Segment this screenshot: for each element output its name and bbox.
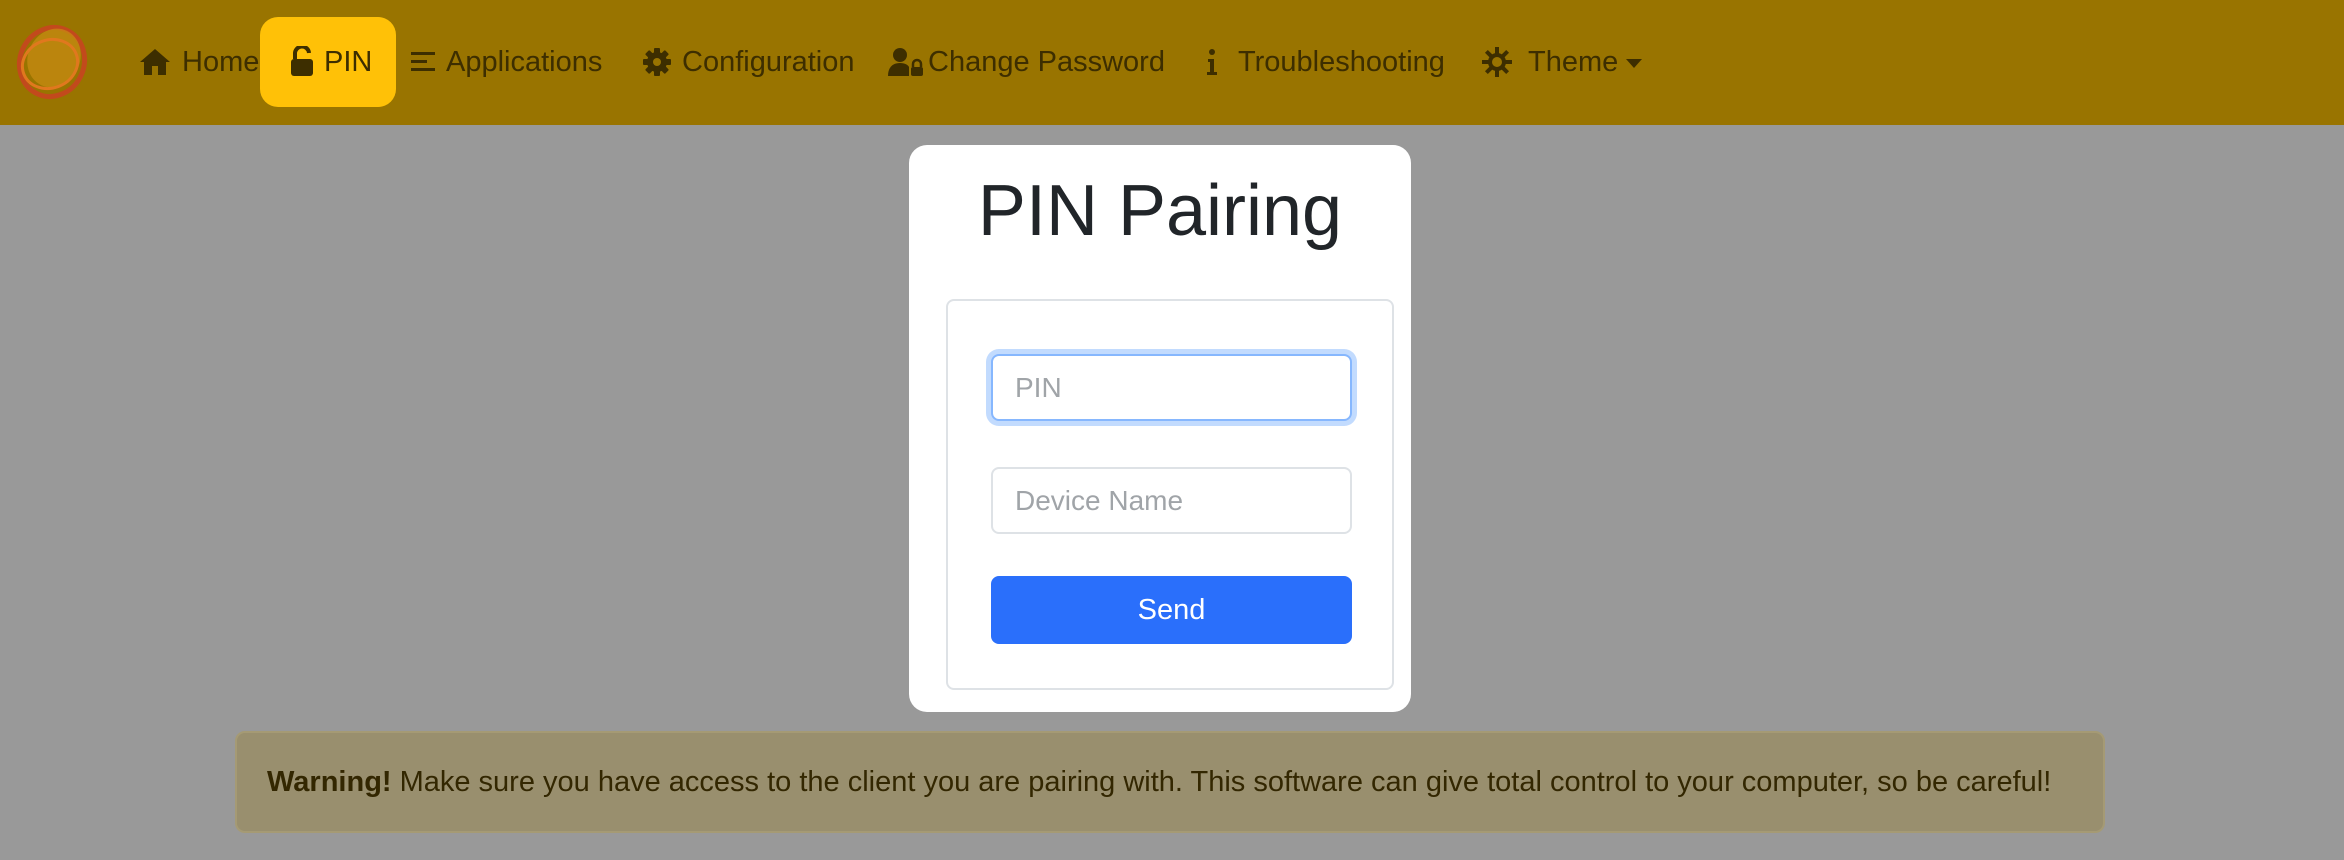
nav-item-applications[interactable]: Applications xyxy=(410,36,602,88)
nav-label-change-password: Change Password xyxy=(928,45,1165,78)
nav-label-configuration: Configuration xyxy=(682,45,855,78)
nav-label-troubleshooting: Troubleshooting xyxy=(1238,45,1445,78)
gear-icon xyxy=(642,47,672,77)
chevron-down-icon xyxy=(1626,58,1643,68)
send-button[interactable]: Send xyxy=(991,576,1352,644)
home-icon xyxy=(138,47,172,77)
pin-form: Send xyxy=(946,299,1394,690)
info-icon xyxy=(1200,47,1224,77)
nav-item-troubleshooting[interactable]: Troubleshooting xyxy=(1200,36,1445,88)
warning-label: Warning! xyxy=(267,765,392,798)
nav-item-change-password[interactable]: Change Password xyxy=(888,36,1165,88)
nav-label-home: Home xyxy=(182,45,260,78)
sunshine-logo[interactable] xyxy=(14,18,96,102)
warning-alert: Warning! Make sure you have access to th… xyxy=(235,731,2105,833)
top-navbar: Home PIN Applications Configuration Chan… xyxy=(0,0,2344,125)
theme-gear-icon xyxy=(1482,47,1512,77)
unlock-icon xyxy=(290,46,314,78)
nav-item-pin[interactable]: PIN xyxy=(260,17,396,107)
user-lock-icon xyxy=(888,47,924,77)
device-name-input[interactable] xyxy=(991,467,1352,534)
nav-item-home[interactable]: Home xyxy=(138,36,259,88)
nav-label-applications: Applications xyxy=(446,45,603,78)
list-icon xyxy=(410,49,436,75)
nav-item-theme[interactable]: Theme xyxy=(1482,36,1643,88)
nav-label-theme: Theme xyxy=(1528,45,1619,78)
nav-label-pin: PIN xyxy=(324,45,373,78)
nav-item-configuration[interactable]: Configuration xyxy=(642,36,855,88)
warning-text: Make sure you have access to the client … xyxy=(399,765,2052,798)
page-title: PIN Pairing xyxy=(977,171,1343,251)
pin-pairing-card: PIN Pairing Send xyxy=(909,145,1411,712)
pin-input[interactable] xyxy=(991,354,1352,421)
